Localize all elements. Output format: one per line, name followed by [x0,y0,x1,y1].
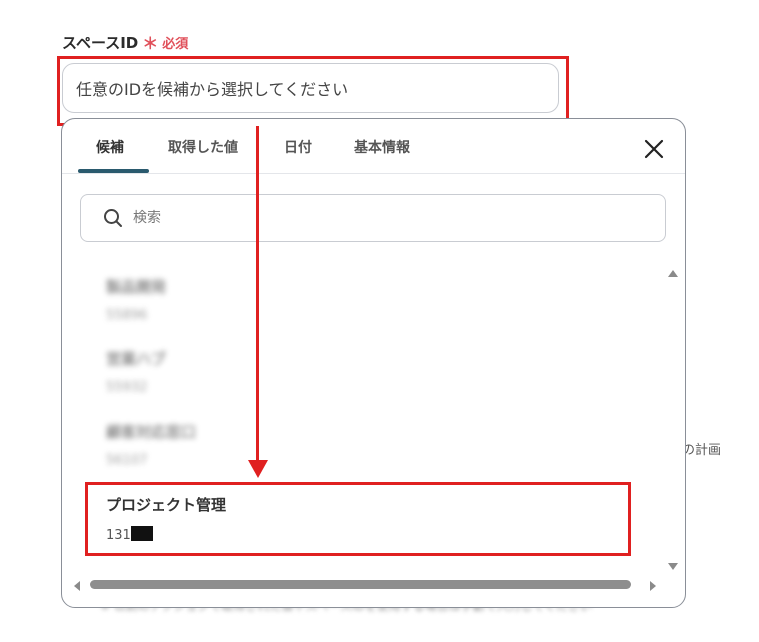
search-input[interactable] [131,209,635,227]
list-item[interactable]: 顧客対応窓口 56107 [106,421,196,468]
scroll-down-arrow-icon[interactable] [668,563,678,570]
list-item-name: プロジェクト管理 [106,496,227,514]
redacted-block [130,526,153,541]
list-item-id: 56107 [106,453,148,468]
required-asterisk-icon: ＊ [142,34,159,53]
space-id-placeholder: 任意のIDを候補から選択してください [76,80,349,99]
list-item[interactable]: 製品開発 55896 [106,276,166,323]
scroll-right-arrow-icon[interactable] [650,581,656,591]
field-label-text: スペースID [62,33,139,52]
tab-candidates[interactable]: 候補 [96,137,124,157]
background-text-fragment: の計画 [682,443,722,458]
list-item-name: 顧客対応窓口 [106,423,197,441]
annotation-arrow-head-icon [248,460,268,478]
list-item-id: 55896 [106,308,148,323]
list-item-id: 55932 [106,380,148,395]
close-icon [644,139,664,159]
scroll-left-arrow-icon[interactable] [74,581,80,591]
annotation-arrow-line [256,126,259,462]
active-tab-indicator [78,169,149,173]
close-button[interactable] [642,137,666,161]
candidate-panel: 候補 取得した値 日付 基本情報 製品開発 55896 営業ハブ 55932 顧… [61,118,686,608]
list-item-name: 営業ハブ [106,350,167,368]
list-item-name: 製品開発 [106,278,167,296]
list-item[interactable]: 営業ハブ 55932 [106,348,166,395]
list-item-project-management[interactable]: プロジェクト管理 131 [106,494,226,543]
search-icon [104,209,122,227]
search-box [80,194,666,242]
tab-date[interactable]: 日付 [284,137,312,157]
scroll-up-arrow-icon[interactable] [668,270,678,277]
field-label: スペースID ＊ 必須 [62,30,188,54]
list-item-id: 131 [106,526,226,543]
space-id-select[interactable]: 任意のIDを候補から選択してください [62,63,559,113]
panel-tabs: 候補 取得した値 日付 基本情報 [62,119,685,174]
required-text: 必須 [162,36,189,52]
tab-acquired-values[interactable]: 取得した値 [168,137,238,157]
horizontal-scrollbar-thumb[interactable] [90,580,631,589]
tab-basic-info[interactable]: 基本情報 [354,137,410,157]
